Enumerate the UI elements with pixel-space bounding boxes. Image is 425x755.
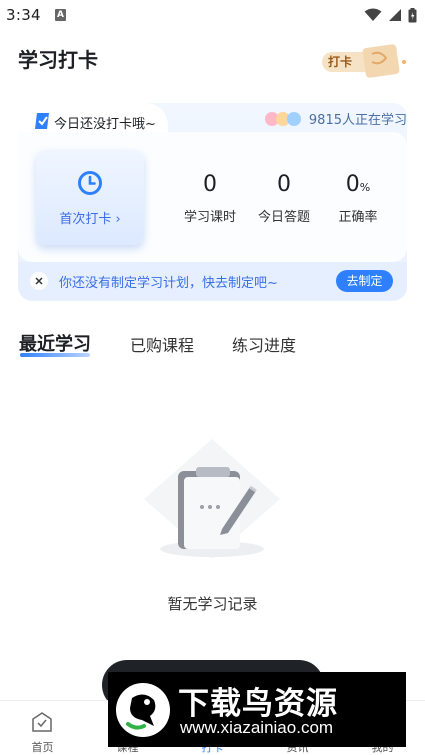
watermark-banner: 下载鸟资源 www.xiazainiao.com	[108, 672, 406, 747]
close-icon[interactable]	[30, 272, 48, 290]
create-plan-button[interactable]: 去制定	[336, 270, 393, 292]
first-checkin-label: 首次打卡 ›	[59, 212, 121, 227]
checkin-badge-label: 打卡	[328, 55, 353, 69]
watermark-title: 下载鸟资源	[178, 686, 338, 722]
learner-avatars	[263, 110, 303, 128]
nav-label: 首页	[31, 741, 54, 754]
checkmark-flag-icon	[35, 113, 49, 129]
home-icon	[32, 712, 52, 732]
stat-today-answers: 0 今日答题	[249, 170, 319, 225]
empty-state-text: 暂无学习记录	[167, 595, 258, 613]
stat-accuracy: 0% 正确率	[323, 170, 393, 225]
page-title: 学习打卡	[18, 48, 98, 72]
stat-label: 学习课时	[183, 210, 236, 225]
nav-item-home[interactable]: 首页	[0, 701, 85, 755]
status-bar: 3:34 A	[0, 0, 425, 30]
stat-value: 0	[203, 172, 217, 197]
bird-logo-icon	[116, 683, 170, 737]
avatar-group-icon	[264, 111, 301, 126]
stat-label: 今日答题	[257, 210, 310, 225]
tab-practice-progress[interactable]: 练习进度	[232, 332, 296, 356]
watermark-url: www.xiazainiao.com	[180, 718, 334, 737]
notification-icon: A	[55, 9, 66, 21]
status-icons	[364, 6, 417, 24]
learners-info: 9815人正在学习	[263, 109, 407, 128]
active-tab-indicator	[20, 353, 90, 357]
stat-value: 0%	[345, 172, 371, 197]
tab-purchased-courses[interactable]: 已购课程	[130, 332, 194, 356]
stat-value: 0	[277, 172, 291, 197]
clock-icon	[78, 171, 102, 195]
stat-label: 正确率	[338, 210, 378, 225]
learners-count: 9815人正在学习	[308, 113, 407, 128]
empty-clipboard-icon	[144, 439, 280, 559]
checkin-status-text: 今日还没打卡哦~	[54, 117, 156, 132]
first-checkin-button[interactable]: 首次打卡 ›	[36, 150, 144, 245]
study-plan-text: 你还没有制定学习计划，快去制定吧~	[59, 276, 278, 291]
wifi-icon	[364, 8, 382, 21]
signal-icon	[389, 9, 401, 21]
stat-study-hours: 0 学习课时	[175, 170, 245, 225]
checkin-badge[interactable]: 打卡	[320, 44, 408, 78]
battery-icon	[408, 7, 417, 22]
status-time: 3:34	[6, 6, 41, 24]
